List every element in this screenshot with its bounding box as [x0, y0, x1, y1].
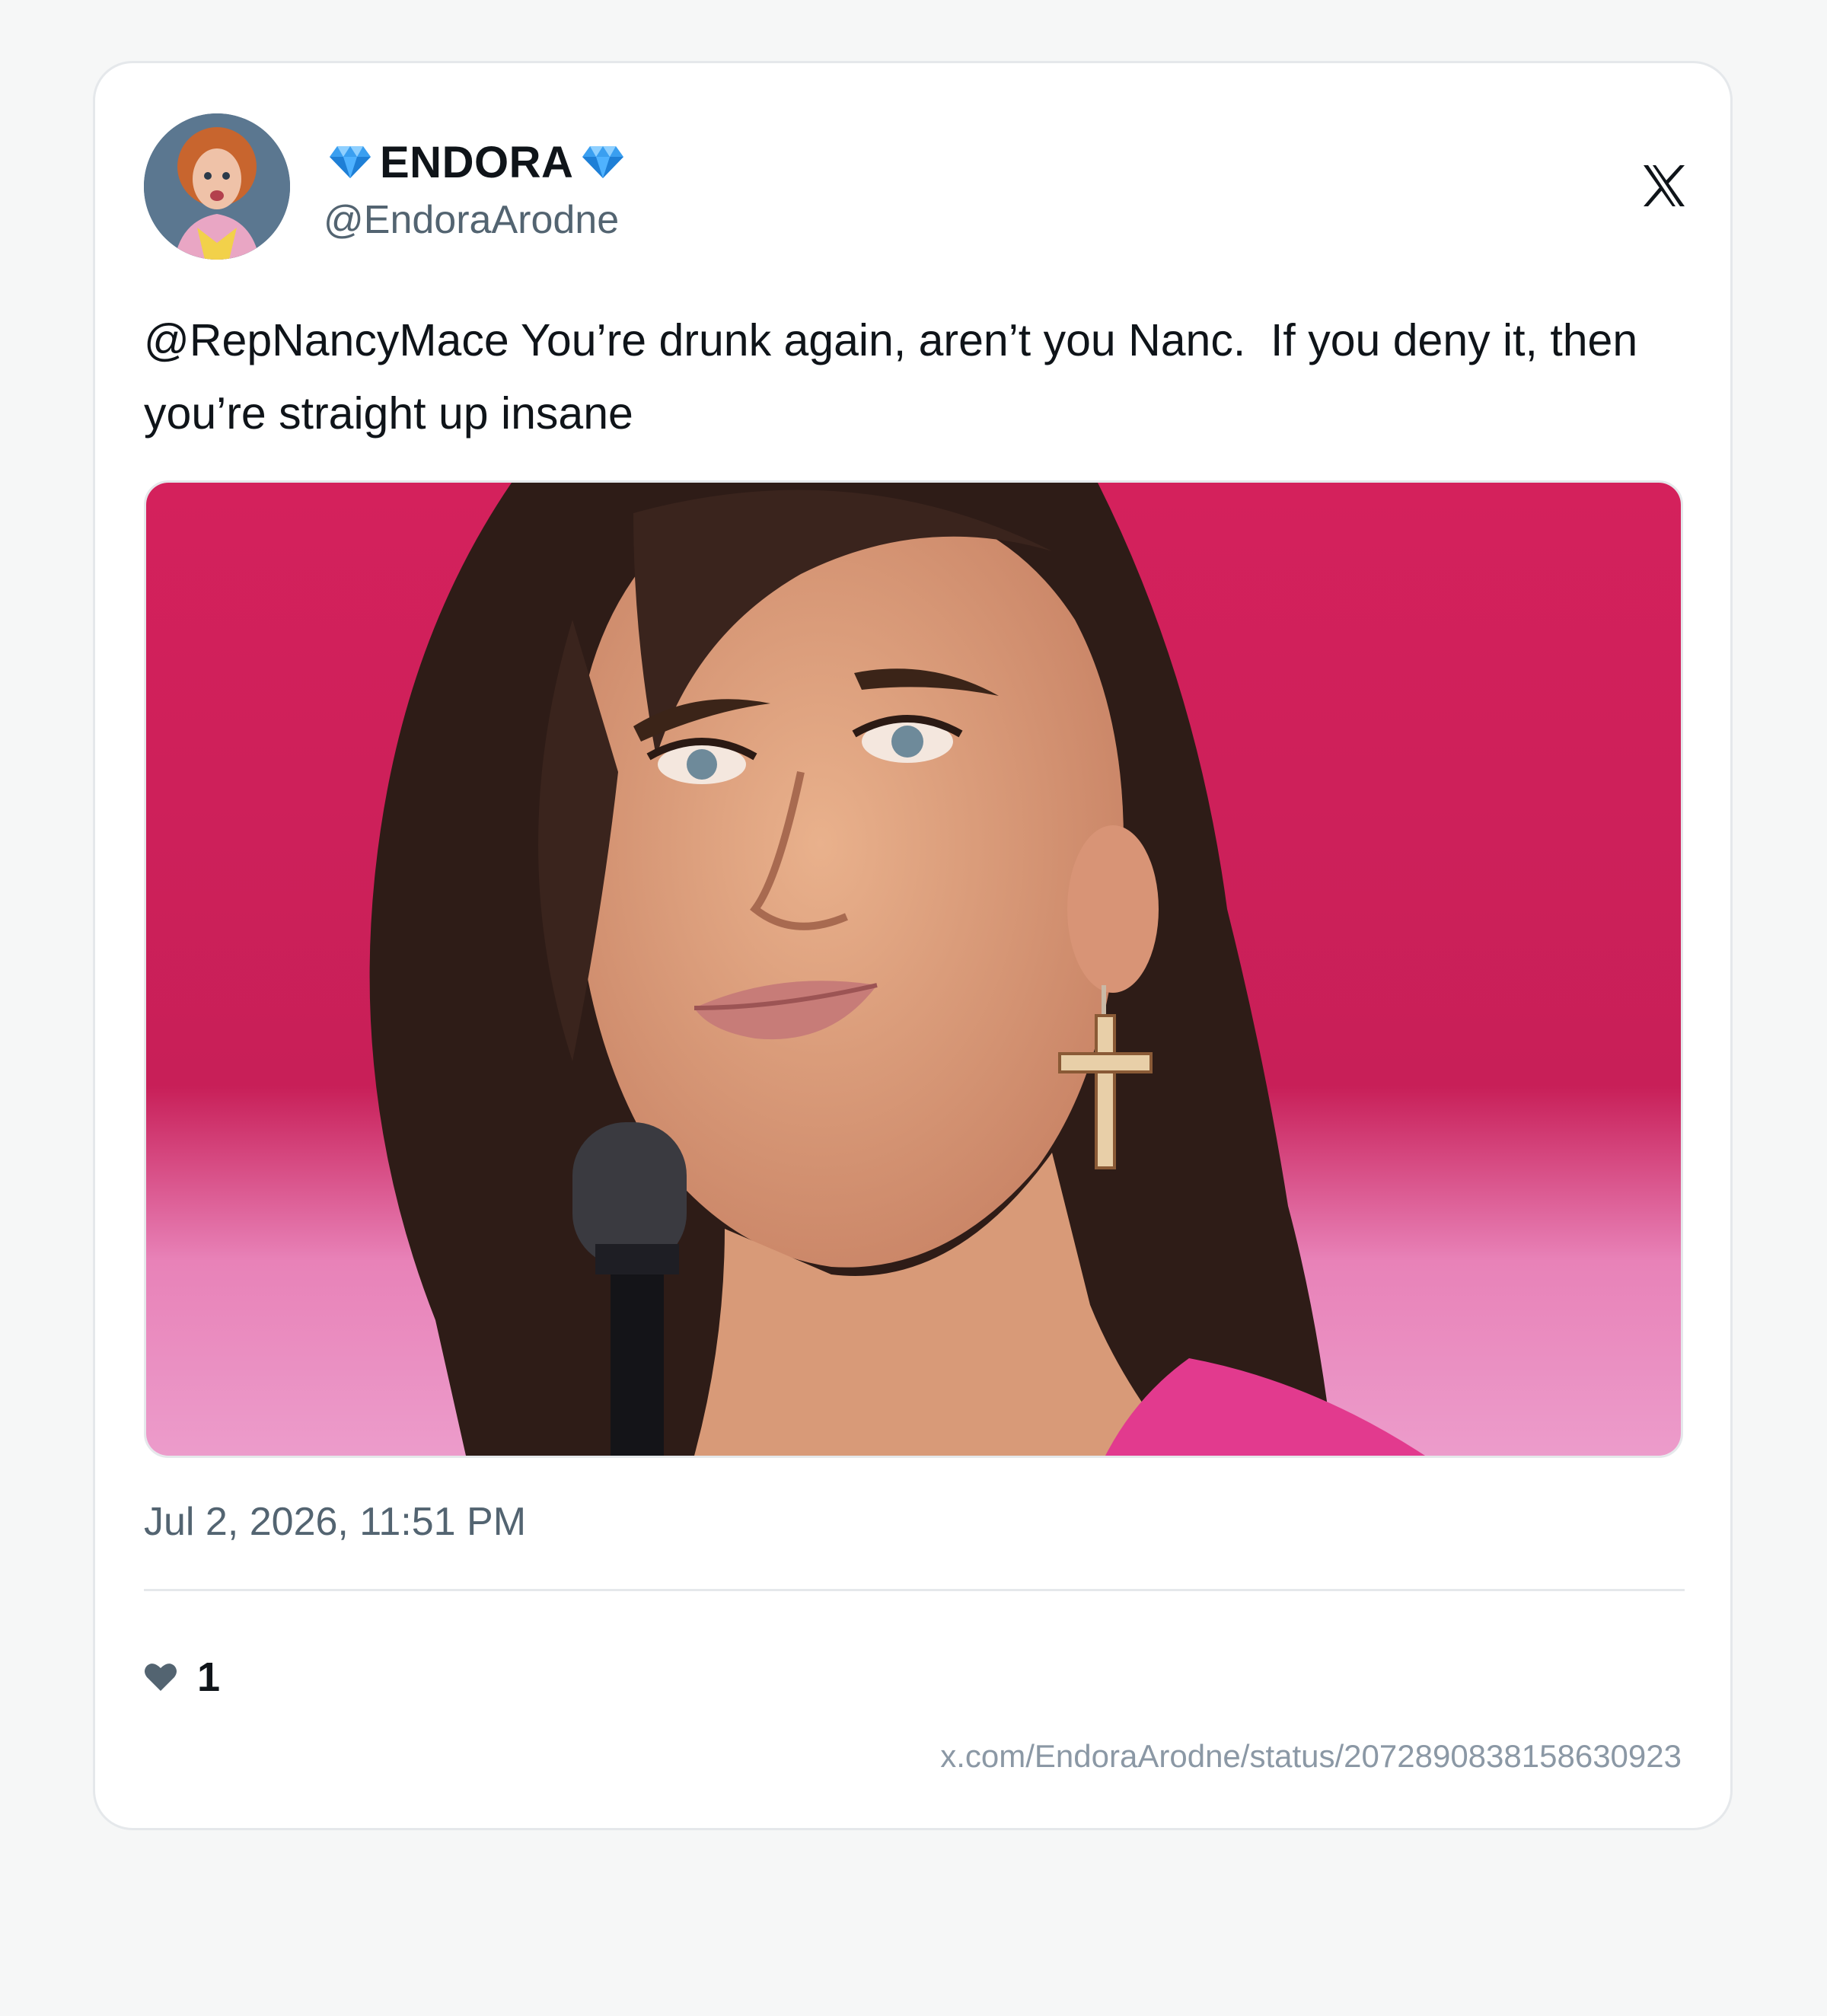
like-button[interactable]: 1 [144, 1647, 220, 1708]
gem-icon [582, 146, 624, 178]
status-url-link[interactable]: x.com/EndoraArodne/status/20728908381586… [940, 1738, 1682, 1775]
tweet-text: @RepNancyMace You’re drunk again, aren’t… [144, 315, 1650, 439]
tweet-card: ENDORA @EndoraArodne @RepNancyMace You’r… [93, 61, 1733, 1830]
avatar-image [144, 113, 290, 260]
x-logo-icon[interactable] [1642, 164, 1686, 208]
tweet-timestamp[interactable]: Jul 2, 2026, 11:51 PM [144, 1499, 526, 1545]
display-name: ENDORA [380, 137, 574, 187]
like-count: 1 [197, 1654, 221, 1700]
avatar[interactable] [144, 113, 290, 260]
gem-icon [330, 146, 371, 178]
divider [144, 1589, 1685, 1591]
heart-icon [145, 1664, 177, 1691]
media-photo [146, 483, 1681, 1456]
display-name-row[interactable]: ENDORA [328, 132, 625, 193]
tweet-media-image[interactable] [144, 480, 1683, 1458]
user-handle[interactable]: @EndoraArodne [324, 197, 619, 243]
